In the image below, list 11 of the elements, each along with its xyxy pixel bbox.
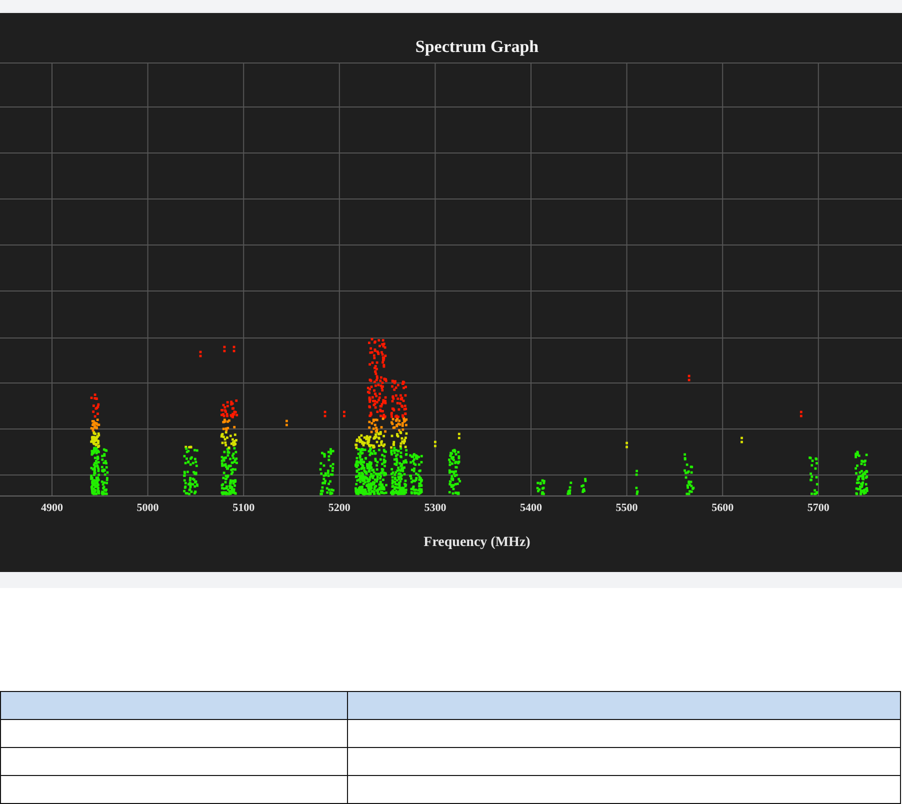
x-tick-label: 4900 — [41, 502, 63, 514]
x-tick-label: 5300 — [424, 502, 446, 514]
x-tick-label: 5500 — [616, 502, 638, 514]
x-tick-label: 5100 — [232, 502, 255, 514]
x-tick-label: 5600 — [712, 502, 734, 514]
x-tick-label: 5700 — [807, 502, 830, 514]
x-tick-label: 5000 — [136, 502, 159, 514]
x-tick-label: 5200 — [328, 502, 350, 514]
x-axis-label: Frequency (MHz) — [424, 535, 530, 550]
x-tick-label: 5400 — [520, 502, 542, 514]
chart-title: Spectrum Graph — [415, 37, 539, 56]
